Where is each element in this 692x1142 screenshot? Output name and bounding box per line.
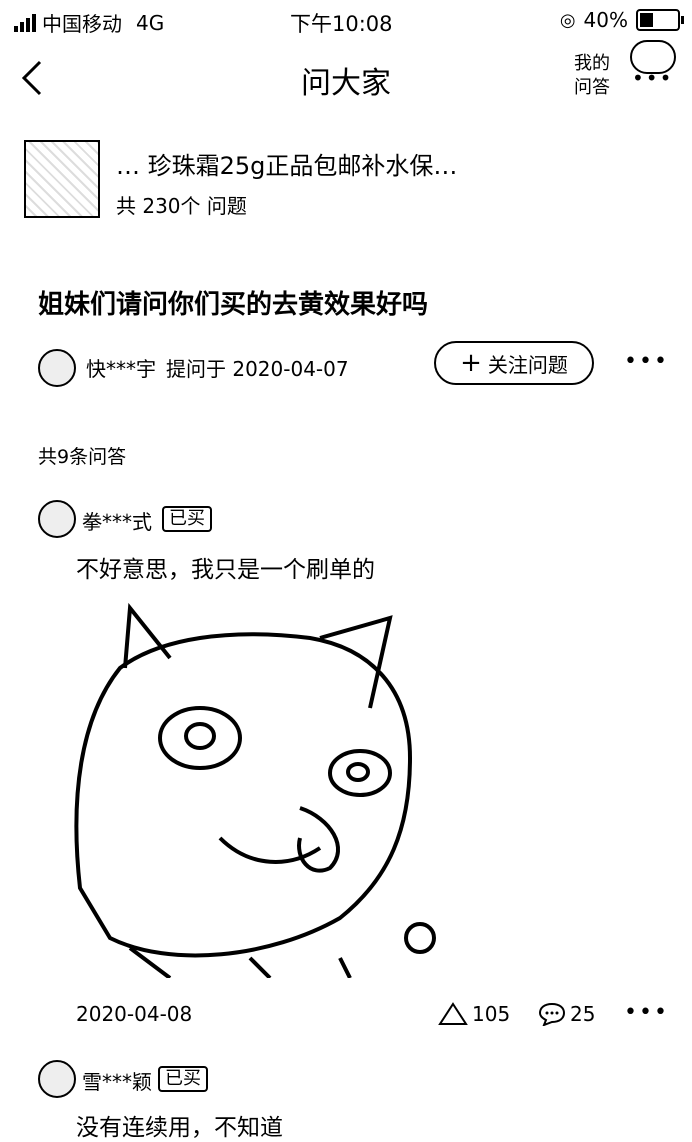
lock-rotation-icon: ◎: [559, 9, 576, 31]
answer-text: 不好意思，我只是一个刷单的: [76, 557, 375, 583]
product-title: … 珍珠霜25g正品包邮补水保…: [116, 152, 458, 180]
bought-badge: 已买: [158, 1066, 208, 1092]
asked-date: 提问于 2020-04-07: [166, 357, 349, 381]
follow-question-button[interactable]: + 关注问题: [434, 341, 594, 385]
answer-image[interactable]: [70, 598, 470, 978]
answer-meta: 2020-04-08 105 25 •••: [76, 1000, 669, 1032]
comment-icon: [538, 1002, 566, 1026]
like-count: 105: [472, 1002, 511, 1026]
question-count: 共 230个 问题: [116, 194, 247, 218]
answer-header: 拳***式 已买: [38, 500, 638, 540]
answer-date: 2020-04-08: [76, 1002, 193, 1026]
comment-button[interactable]: 25: [538, 1002, 595, 1026]
nav-bar: 问大家 我的 问答 •••: [0, 40, 692, 120]
my-answers-label-2: 问答: [574, 77, 610, 98]
asker-name: 快***宇: [86, 357, 156, 381]
asker-row: 快***宇 提问于 2020-04-07 + 关注问题 •••: [38, 341, 678, 389]
product-thumbnail: [24, 140, 100, 218]
avatar: [38, 349, 76, 387]
question-title: 姐妹们请问你们买的去黄效果好吗: [38, 290, 429, 320]
answer-user: 拳***式: [82, 510, 152, 534]
signal-icon: [14, 13, 36, 32]
carrier-label: 中国移动: [42, 12, 122, 36]
question-more-icon[interactable]: •••: [624, 349, 669, 374]
like-icon: [438, 1002, 468, 1025]
comment-count: 25: [570, 1002, 596, 1026]
avatar: [38, 1060, 76, 1098]
battery-percent: 40%: [583, 8, 628, 32]
answers-total: 共9条问答: [38, 446, 127, 468]
answer-user: 雪***颖: [82, 1070, 152, 1094]
avatar: [38, 500, 76, 538]
battery-icon: [636, 9, 684, 31]
follow-label: 关注问题: [487, 352, 568, 377]
product-card[interactable]: … 珍珠霜25g正品包邮补水保… 共 230个 问题: [24, 140, 674, 220]
answer-text: 没有连续用，不知道: [76, 1115, 283, 1141]
status-time: 下午10:08: [290, 12, 393, 36]
answer-more-icon[interactable]: •••: [624, 1000, 669, 1025]
battery-fill: [640, 13, 653, 27]
my-answers-label-1: 我的: [574, 53, 610, 74]
like-button[interactable]: 105: [438, 1002, 510, 1026]
more-icon[interactable]: •••: [632, 66, 673, 90]
answer-header: 雪***颖 已买: [38, 1060, 638, 1100]
status-bar: 中国移动 4G 下午10:08 ◎ 40%: [0, 0, 692, 40]
bought-badge: 已买: [162, 506, 212, 532]
plus-icon: +: [460, 348, 482, 378]
network-label: 4G: [136, 10, 165, 35]
my-answers-button[interactable]: 我的 问答: [570, 52, 614, 100]
